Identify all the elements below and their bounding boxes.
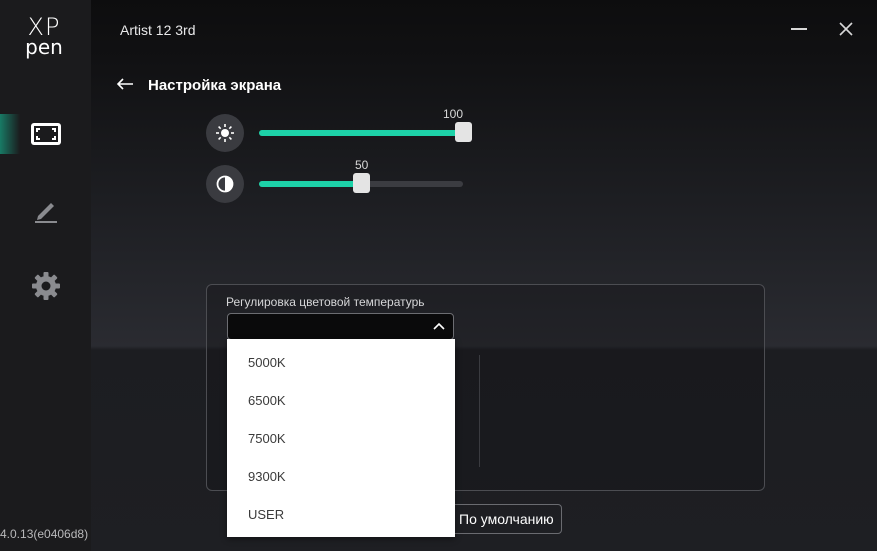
gear-icon xyxy=(32,272,60,300)
color-temperature-dropdown: 5000K 6500K 7500K 9300K USER xyxy=(227,339,455,537)
dropdown-option-user[interactable]: USER xyxy=(248,507,284,522)
color-temperature-label: Регулировка цветовой температурь xyxy=(226,295,425,309)
nav-settings[interactable] xyxy=(30,270,62,302)
main-panel: Artist 12 3rd Настройка экрана 100 50 Ре… xyxy=(91,0,877,551)
contrast-control-icon xyxy=(206,165,244,203)
contrast-value: 50 xyxy=(355,158,369,172)
contrast-icon xyxy=(216,175,234,193)
xppen-logo: XP pen xyxy=(20,15,68,59)
dropdown-option-6500k[interactable]: 6500K xyxy=(248,393,286,408)
dropdown-option-7500k[interactable]: 7500K xyxy=(248,431,286,446)
pen-icon xyxy=(35,203,57,223)
window-title: Artist 12 3rd xyxy=(120,22,196,38)
contrast-slider[interactable] xyxy=(259,173,465,193)
sidebar: XP pen 4.0.13(e0406d8) xyxy=(0,0,91,551)
panel-divider xyxy=(479,355,480,467)
contrast-slider-fill xyxy=(259,181,361,187)
dropdown-option-9300k[interactable]: 9300K xyxy=(248,469,286,484)
dropdown-option-5000k[interactable]: 5000K xyxy=(248,355,286,370)
reset-defaults-button[interactable]: По умолчанию xyxy=(441,504,562,534)
logo-line2: pen xyxy=(25,35,63,59)
brightness-value: 100 xyxy=(443,107,464,121)
page-title: Настройка экрана xyxy=(148,77,282,94)
nav-pen-settings[interactable] xyxy=(30,194,62,226)
brightness-slider[interactable] xyxy=(259,122,472,142)
close-icon[interactable] xyxy=(837,20,855,38)
sun-icon xyxy=(216,124,234,142)
screen-frame-icon xyxy=(31,123,61,145)
brightness-slider-thumb[interactable] xyxy=(455,122,472,142)
color-temperature-select[interactable] xyxy=(227,313,454,340)
brightness-control-icon xyxy=(206,114,244,152)
minimize-icon[interactable] xyxy=(791,28,807,30)
nav-display-settings[interactable] xyxy=(30,118,62,150)
contrast-slider-thumb[interactable] xyxy=(353,173,370,193)
back-arrow-icon[interactable] xyxy=(115,74,135,94)
app-version: 4.0.13(e0406d8) xyxy=(0,527,89,541)
brightness-slider-fill xyxy=(259,130,463,136)
active-nav-indicator xyxy=(0,114,20,154)
chevron-up-icon xyxy=(433,322,445,330)
